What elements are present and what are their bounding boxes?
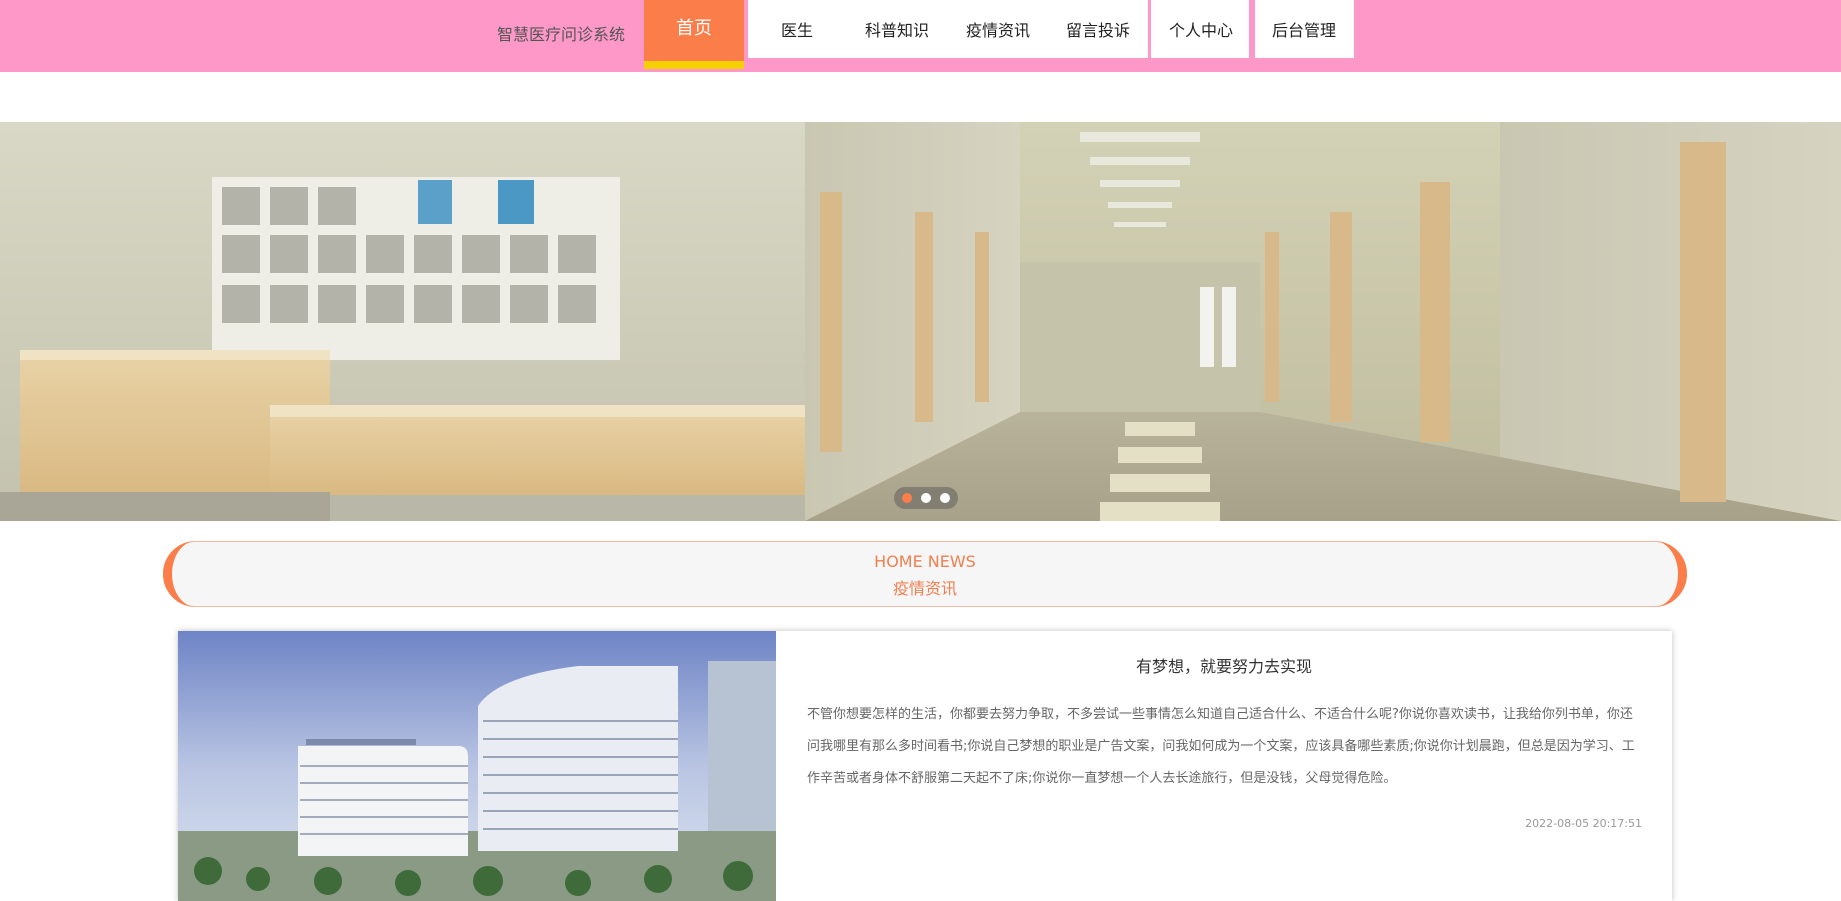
carousel-dot-3[interactable] (940, 493, 950, 503)
hospital-corridor-photo (0, 122, 1841, 521)
carousel-indicators (894, 487, 958, 509)
nav-item-personal[interactable]: 个人中心 (1169, 17, 1233, 41)
nav-item-doctor[interactable]: 医生 (781, 17, 813, 41)
section-title-en: HOME NEWS (874, 552, 976, 571)
news-title[interactable]: 有梦想，就要努力去实现 (776, 653, 1672, 677)
section-header: HOME NEWS 疫情资讯 (163, 541, 1687, 607)
nav-item-feedback[interactable]: 留言投诉 (1066, 17, 1130, 41)
banner-carousel[interactable] (0, 122, 1841, 521)
news-image[interactable] (178, 631, 776, 901)
site-title: 智慧医疗问诊系统 (497, 25, 626, 44)
news-summary: 不管你想要怎样的生活，你都要去努力争取，不多尝试一些事情怎么知道自己适合什么、不… (807, 707, 1635, 786)
nav-item-epidemic[interactable]: 疫情资讯 (966, 17, 1030, 41)
top-nav-bar: 智慧医疗问诊系统 首页 医生 科普知识 疫情资讯 留言投诉 个人中心 后台管理 (0, 0, 1841, 72)
nav-item-admin[interactable]: 后台管理 (1272, 17, 1336, 41)
nav-item-science[interactable]: 科普知识 (865, 17, 929, 41)
news-date: 2022-08-05 20:17:51 (1525, 817, 1642, 830)
hospital-building-photo (178, 631, 776, 901)
nav-item-home-label: 首页 (676, 18, 712, 39)
news-card[interactable]: 有梦想，就要努力去实现 不管你想要怎样的生活，你都要去努力争取，不多尝试一些事情… (178, 631, 1672, 901)
active-underline (644, 61, 744, 69)
carousel-dot-2[interactable] (921, 493, 931, 503)
nav-item-home[interactable]: 首页 (644, 0, 744, 69)
section-title-cn[interactable]: 疫情资讯 (164, 575, 1686, 599)
carousel-dot-1[interactable] (902, 493, 912, 503)
